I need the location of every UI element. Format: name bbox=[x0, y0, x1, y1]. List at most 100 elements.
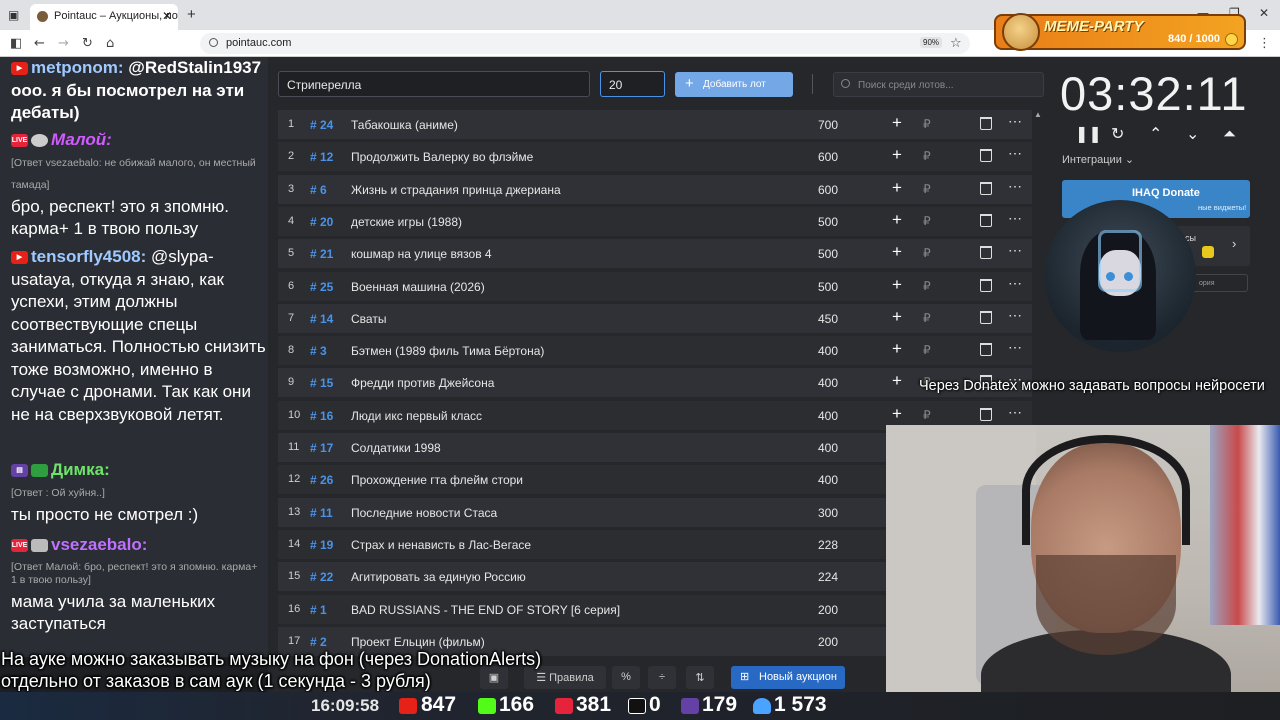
lot-name: Жизнь и страдания принца джериана bbox=[351, 182, 561, 197]
more-options-icon[interactable]: ⋯ bbox=[1008, 145, 1022, 162]
currency-icon[interactable]: ₽ bbox=[923, 214, 931, 228]
lot-row[interactable]: 1 # 24 Табакошка (аниме) 700 + ₽ ⋯ bbox=[278, 110, 1032, 139]
percent-icon[interactable]: % bbox=[612, 666, 640, 689]
close-tab-icon[interactable]: ✕ bbox=[162, 9, 172, 23]
new-tab-icon[interactable]: + bbox=[187, 6, 196, 23]
bookmark-star-icon[interactable]: ☆ bbox=[950, 36, 962, 51]
more-options-icon[interactable]: ⋯ bbox=[1008, 113, 1022, 130]
delete-icon[interactable] bbox=[980, 213, 992, 227]
lot-index: 2 bbox=[288, 150, 295, 163]
more-options-icon[interactable]: ⋯ bbox=[1008, 307, 1022, 324]
lot-amount-input[interactable]: 20 bbox=[600, 71, 665, 97]
add-lot-button[interactable]: + Добавить лот bbox=[675, 72, 793, 97]
currency-icon[interactable]: ₽ bbox=[923, 182, 931, 196]
rules-label: Правила bbox=[549, 672, 594, 684]
reload-icon[interactable]: ↻ bbox=[82, 36, 93, 51]
delete-icon[interactable] bbox=[980, 278, 992, 292]
lot-row[interactable]: 6 # 25 Военная машина (2026) 500 + ₽ ⋯ bbox=[278, 271, 1032, 301]
subtract-time-icon[interactable]: ⌄ bbox=[1186, 124, 1199, 143]
cam-person-beard bbox=[1036, 555, 1176, 655]
doge-icon bbox=[1002, 13, 1040, 51]
sort-icon[interactable]: ⇅ bbox=[686, 666, 714, 689]
chat-message: ▤ Димка: [Ответ : Ой хуйня..] ты просто н… bbox=[11, 459, 266, 526]
add-amount-icon[interactable]: + bbox=[892, 275, 902, 295]
lot-list-scrollbar[interactable]: ▲ bbox=[1034, 110, 1042, 412]
double-up-icon[interactable]: ⏶ bbox=[1223, 124, 1236, 144]
add-amount-icon[interactable]: + bbox=[892, 404, 902, 424]
add-amount-icon[interactable]: + bbox=[892, 371, 902, 391]
restart-icon[interactable]: ↻ bbox=[1111, 124, 1124, 143]
zoom-level[interactable]: 90% bbox=[920, 37, 943, 48]
delete-icon[interactable] bbox=[980, 246, 992, 260]
currency-icon[interactable]: ₽ bbox=[923, 149, 931, 163]
chat-message: ▶ metponom: @RedStalin1937 ооо. я бы посм… bbox=[11, 57, 266, 125]
delete-icon[interactable] bbox=[980, 181, 992, 195]
add-time-icon[interactable]: ⌃ bbox=[1149, 124, 1162, 143]
lot-search-input[interactable]: Поиск среди лотов... bbox=[833, 72, 1044, 97]
add-amount-icon[interactable]: + bbox=[892, 242, 902, 262]
menu-icon[interactable]: ⋮ bbox=[1258, 36, 1271, 51]
more-options-icon[interactable]: ⋯ bbox=[1008, 210, 1022, 227]
currency-icon[interactable]: ₽ bbox=[923, 311, 931, 325]
lot-number: # 14 bbox=[310, 311, 334, 326]
meme-party-widget: MEME-PARTY 840 / 1000 bbox=[994, 13, 1246, 51]
lot-row[interactable]: 7 # 14 Сваты 450 + ₽ ⋯ bbox=[278, 303, 1032, 333]
add-amount-icon[interactable]: + bbox=[892, 178, 902, 198]
youtube-icon: ▶ bbox=[11, 251, 28, 265]
lot-amount: 450 bbox=[818, 311, 839, 326]
lot-row[interactable]: 3 # 6 Жизнь и страдания принца джериана 600… bbox=[278, 174, 1032, 204]
lot-name: Бэтмен (1989 филь Тима Бёртона) bbox=[351, 344, 545, 359]
currency-icon[interactable]: ₽ bbox=[923, 246, 931, 260]
chevron-right-icon: › bbox=[1232, 236, 1237, 251]
add-amount-icon[interactable]: + bbox=[892, 210, 902, 230]
scroll-up-icon[interactable]: ▲ bbox=[1034, 110, 1042, 119]
lot-amount: 700 bbox=[818, 118, 839, 132]
delete-icon[interactable] bbox=[980, 407, 992, 421]
currency-icon[interactable]: ₽ bbox=[923, 117, 931, 131]
split-icon[interactable]: ÷ bbox=[648, 666, 676, 689]
site-info-icon[interactable] bbox=[209, 38, 218, 47]
delete-icon[interactable] bbox=[980, 117, 992, 130]
lot-name-input[interactable]: Стриперелла bbox=[278, 71, 590, 97]
more-options-icon[interactable]: ⋯ bbox=[1008, 242, 1022, 259]
more-options-icon[interactable]: ⋯ bbox=[1008, 178, 1022, 195]
lot-row[interactable]: 2 # 12 Продолжить Валерку во флэйме 600 + ₽ ⋯ bbox=[278, 142, 1032, 172]
lot-amount: 500 bbox=[818, 279, 839, 294]
lot-number: # 20 bbox=[310, 214, 334, 229]
more-options-icon[interactable]: ⋯ bbox=[1008, 275, 1022, 292]
back-icon[interactable]: ← bbox=[34, 36, 45, 51]
add-amount-icon[interactable]: + bbox=[892, 307, 902, 327]
lot-row[interactable]: 8 # 3 Бэтмен (1989 филь Тима Бёртона) 400 + ₽… bbox=[278, 336, 1032, 366]
lot-name: кошмар на улице вязов 4 bbox=[351, 247, 492, 262]
tab-actions-icon[interactable]: ▣ bbox=[8, 8, 19, 22]
browser-tab[interactable]: Pointauc – Аукционы, лотереи ✕ bbox=[30, 4, 178, 30]
sidebar-toggle-icon[interactable]: ◧ bbox=[10, 36, 22, 51]
currency-icon[interactable]: ₽ bbox=[923, 279, 931, 293]
lot-amount: 500 bbox=[818, 247, 839, 262]
lot-number: # 3 bbox=[310, 344, 327, 359]
add-amount-icon[interactable]: + bbox=[892, 113, 902, 133]
home-icon[interactable]: ⌂ bbox=[106, 36, 114, 51]
add-amount-icon[interactable]: + bbox=[892, 145, 902, 165]
add-amount-icon[interactable]: + bbox=[892, 339, 902, 359]
new-auction-button[interactable]: ⊞ Новый аукцион bbox=[731, 666, 845, 689]
currency-icon[interactable]: ₽ bbox=[923, 343, 931, 357]
lot-number: # 17 bbox=[310, 441, 334, 455]
twitch-icon: ▤ bbox=[11, 464, 28, 478]
delete-icon[interactable] bbox=[980, 310, 992, 324]
more-options-icon[interactable]: ⋯ bbox=[1008, 339, 1022, 356]
currency-icon[interactable]: ₽ bbox=[923, 408, 931, 422]
forward-icon[interactable]: → bbox=[58, 36, 69, 51]
pause-icon[interactable]: ❚❚ bbox=[1075, 124, 1102, 143]
more-options-icon[interactable]: ⋯ bbox=[1008, 404, 1022, 421]
chat-message: LIVE Малой: [Ответ vsezaebalo: не обижай … bbox=[11, 129, 266, 241]
lot-row[interactable]: 4 # 20 детские игры (1988) 500 + ₽ ⋯ bbox=[278, 206, 1032, 236]
delete-icon[interactable] bbox=[980, 149, 992, 163]
lot-name: Солдатики 1998 bbox=[351, 441, 441, 455]
close-window-icon[interactable]: ✕ bbox=[1259, 6, 1269, 20]
integrations-dropdown[interactable]: Интеграции ⌄ bbox=[1062, 153, 1134, 166]
lot-number: # 15 bbox=[310, 376, 334, 391]
address-field[interactable]: pointauc.com 90% bbox=[200, 33, 970, 54]
lot-row[interactable]: 5 # 21 кошмар на улице вязов 4 500 + ₽ ⋯ bbox=[278, 239, 1032, 269]
delete-icon[interactable] bbox=[980, 343, 992, 357]
